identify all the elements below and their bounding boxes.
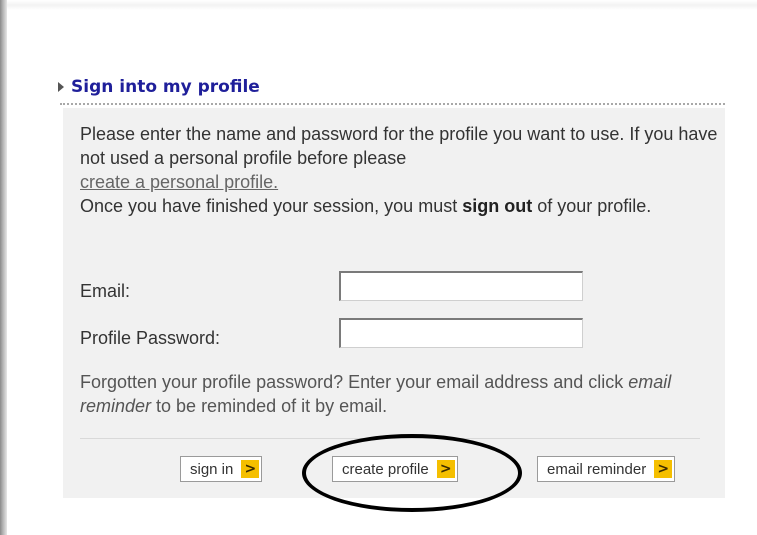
forgotten-password-help: Forgotten your profile password? Enter y… <box>80 370 720 418</box>
intro-text-1: Please enter the name and password for t… <box>80 124 718 168</box>
sign-in-label: sign in <box>190 460 234 478</box>
arrow-glyph: > <box>657 461 670 477</box>
email-reminder-button[interactable]: email reminder > <box>537 456 676 482</box>
window-left-edge <box>0 0 7 535</box>
window-top-edge <box>7 0 757 10</box>
sign-out-emphasis: sign out <box>462 196 533 216</box>
help-text-2: to be reminded of it by email. <box>151 396 388 416</box>
intro-text-3: of your profile. <box>532 196 652 216</box>
chevron-right-icon: > <box>241 460 260 478</box>
dotted-divider <box>60 103 725 105</box>
intro-text: Please enter the name and password for t… <box>80 122 720 218</box>
email-reminder-label: email reminder <box>547 460 647 478</box>
highlight-ellipse <box>302 434 522 512</box>
intro-text-2: Once you have finished your session, you… <box>80 196 463 216</box>
section-header: Sign into my profile <box>58 74 260 100</box>
chevron-right-icon: > <box>654 460 673 478</box>
password-field[interactable] <box>339 318 583 348</box>
password-label: Profile Password: <box>80 328 221 348</box>
arrow-glyph: > <box>244 461 257 477</box>
triangle-right-icon <box>58 82 64 92</box>
help-text-1: Forgotten your profile password? Enter y… <box>80 372 629 392</box>
create-personal-profile-link[interactable]: create a personal profile. <box>80 170 720 194</box>
section-title: Sign into my profile <box>71 77 260 97</box>
email-label: Email: <box>80 281 131 301</box>
sign-in-button[interactable]: sign in > <box>180 456 263 482</box>
email-field[interactable] <box>339 271 583 301</box>
